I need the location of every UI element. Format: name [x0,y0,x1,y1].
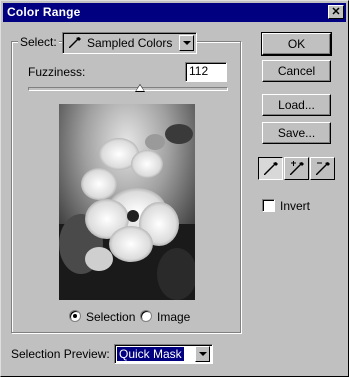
select-dropdown[interactable]: Sampled Colors [62,32,197,54]
save-button[interactable]: Save... [262,122,331,144]
eyedropper-tool-button[interactable] [258,157,283,180]
eyedropper-plus-tool-button[interactable] [284,157,309,180]
select-value: Sampled Colors [87,36,173,50]
cancel-button[interactable]: Cancel [262,60,331,82]
eyedropper-minus-icon [316,162,330,175]
fuzziness-label: Fuzziness: [28,65,86,79]
selection-preview-value: Quick Mask [117,347,184,361]
invert-label[interactable]: Invert [280,199,310,213]
selection-radio[interactable] [69,310,81,322]
title-bar[interactable]: Color Range ✕ [3,3,346,22]
selection-preview-image [59,104,195,300]
image-radio[interactable] [140,310,152,322]
ok-button[interactable]: OK [261,32,332,56]
fuzziness-slider-thumb[interactable] [135,84,145,92]
load-button[interactable]: Load... [262,94,331,116]
chevron-down-icon[interactable] [179,35,194,51]
selection-preview-label: Selection Preview: [11,347,110,361]
image-radio-label[interactable]: Image [157,310,190,324]
select-label: Select: [18,35,59,49]
window-title: Color Range [7,5,81,19]
eyedropper-icon [69,37,81,48]
eyedropper-icon [264,162,278,175]
selection-radio-label[interactable]: Selection [86,310,135,324]
close-button[interactable]: ✕ [328,5,344,19]
chevron-down-icon[interactable] [195,346,210,362]
fuzziness-input[interactable]: 112 [185,62,227,82]
eyedropper-minus-tool-button[interactable] [310,157,335,180]
invert-checkbox[interactable] [262,199,275,212]
eyedropper-plus-icon [290,161,304,175]
selection-preview-dropdown[interactable]: Quick Mask [114,344,213,364]
fuzziness-slider-track[interactable] [28,87,228,91]
